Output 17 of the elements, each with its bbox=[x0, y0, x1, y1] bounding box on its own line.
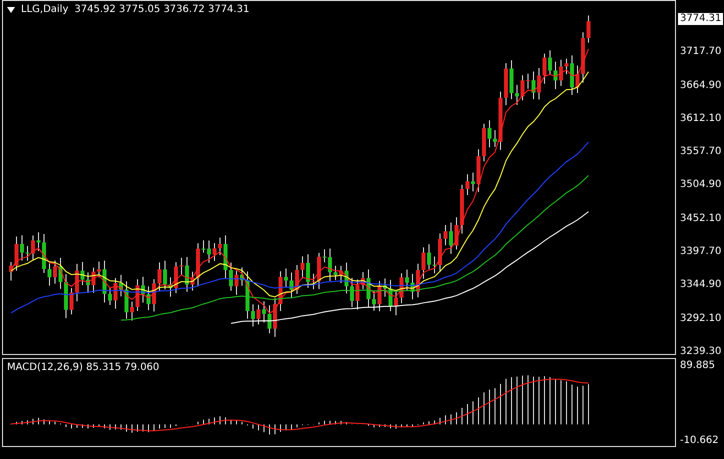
ohlc-values: 3745.92 3775.05 3736.72 3774.31 bbox=[74, 4, 250, 15]
price-axis-label: 3664.90 bbox=[679, 80, 722, 92]
price-axis-label: 3397.70 bbox=[679, 246, 722, 258]
current-price-label: 3774.31 bbox=[678, 13, 724, 25]
price-axis-label: 3292.10 bbox=[679, 312, 722, 325]
price-axis-label: 3612.10 bbox=[679, 112, 722, 125]
symbol-label: LLG,Daily bbox=[21, 4, 68, 15]
price-axis-label: 3557.70 bbox=[679, 146, 722, 158]
price-axis-label: 3239.30 bbox=[679, 346, 722, 358]
dropdown-triangle-icon[interactable] bbox=[7, 6, 15, 12]
macd-axis-label: -10.662 bbox=[679, 435, 720, 447]
price-axis-label: 3717.70 bbox=[679, 46, 722, 58]
price-axis-label: 3504.90 bbox=[679, 179, 722, 192]
price-axis-label: 3452.10 bbox=[679, 212, 722, 225]
price-axis-label: 3344.90 bbox=[679, 279, 722, 292]
macd-axis-label: 89.885 bbox=[679, 360, 716, 372]
macd-label: MACD(12,26,9) 85.315 79.060 bbox=[7, 362, 160, 373]
